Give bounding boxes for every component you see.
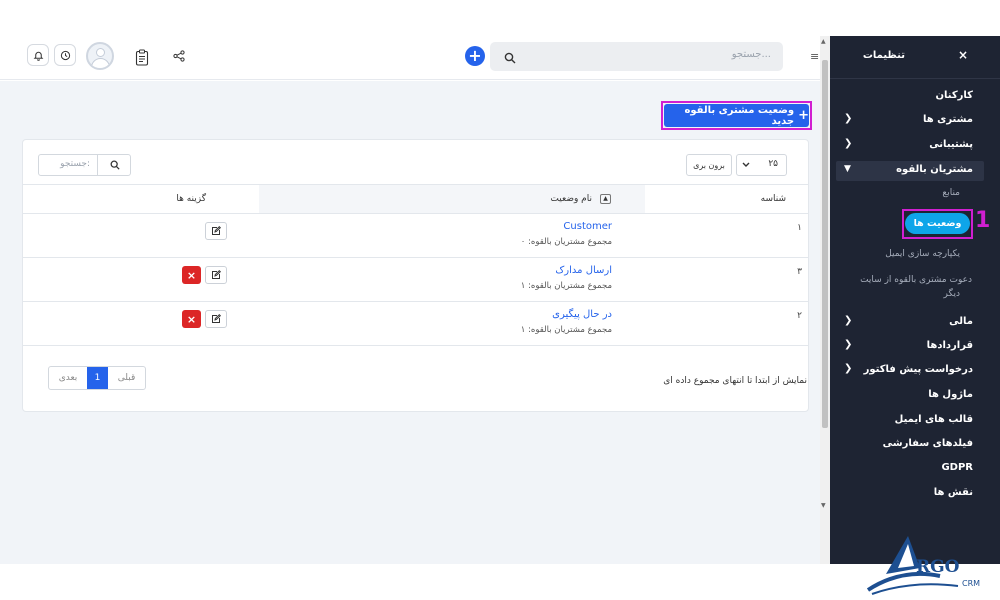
chevron-left-icon[interactable]: ❮ xyxy=(844,113,852,124)
table-row: ۳ ارسال مدارک مجموع مشتریان بالقوه: ۱ × xyxy=(23,258,808,302)
search-icon xyxy=(504,49,516,68)
edit-button[interactable] xyxy=(205,310,227,328)
edit-icon xyxy=(212,226,221,235)
row-lead-count: مجموع مشتریان بالقوه: ۱ xyxy=(520,325,612,335)
quick-add-button[interactable]: + xyxy=(465,46,485,66)
chevron-left-icon[interactable]: ❮ xyxy=(844,339,852,350)
menu-icon[interactable]: ≡ xyxy=(810,50,819,63)
column-status-name[interactable]: نام وضعیت xyxy=(550,194,592,204)
sidebar-item-leads[interactable]: مشتریان بالقوه xyxy=(896,164,973,175)
delete-button[interactable]: × xyxy=(182,266,201,284)
scroll-down-icon[interactable]: ▼ xyxy=(821,502,826,509)
row-status-name[interactable]: ارسال مدارک xyxy=(555,265,612,276)
delete-button[interactable]: × xyxy=(182,310,201,328)
row-id: ۲ xyxy=(797,311,802,321)
plus-icon: + xyxy=(798,108,809,123)
argo-crm-logo: RGO CRM xyxy=(862,528,1000,600)
sidebar-item-contracts[interactable]: قراردادها xyxy=(927,340,973,351)
global-search-input[interactable]: جستجو... xyxy=(490,42,783,71)
table-search-button[interactable] xyxy=(97,155,131,175)
pagination-prev[interactable]: قبلی xyxy=(108,367,145,389)
table-search-placeholder: جستجو: xyxy=(60,159,90,169)
annotation-number: 1 xyxy=(975,208,991,233)
edit-icon xyxy=(212,314,221,323)
edit-button[interactable] xyxy=(205,222,227,240)
row-lead-count: مجموع مشتریان بالقوه: ۰ xyxy=(520,237,612,247)
row-id: ۱ xyxy=(797,223,802,233)
sidebar-sub-sources[interactable]: منابع xyxy=(942,188,960,198)
page-size-value: ۲۵ xyxy=(768,159,778,169)
table-row: ۱ Customer مجموع مشتریان بالقوه: ۰ xyxy=(23,214,808,258)
table-search-input[interactable]: جستجو: xyxy=(38,154,131,176)
sidebar-header: تنظیمات × xyxy=(830,36,1000,79)
sidebar-item-estimate-request[interactable]: درخواست پیش فاکتور xyxy=(864,364,973,375)
chevron-left-icon[interactable]: ❮ xyxy=(844,138,852,149)
row-lead-count: مجموع مشتریان بالقوه: ۱ xyxy=(520,281,612,291)
close-icon: × xyxy=(186,312,197,326)
export-button[interactable]: برون بری xyxy=(686,154,732,176)
sidebar-item-modules[interactable]: ماژول ها xyxy=(928,389,973,400)
new-button-label: وضعیت مشتری بالقوه جدید xyxy=(684,104,795,127)
logo-subtext: CRM xyxy=(962,579,980,588)
pagination: بعدی 1 قبلی xyxy=(48,366,146,390)
share-button[interactable] xyxy=(172,49,186,63)
sidebar-item-email-templates[interactable]: قالب های ایمیل xyxy=(895,414,973,425)
scrollbar-thumb[interactable] xyxy=(822,60,828,428)
column-id[interactable]: شناسه xyxy=(761,194,786,204)
sidebar-item-custom-fields[interactable]: فیلدهای سفارشی xyxy=(883,438,973,449)
sidebar-item-customers[interactable]: مشتری ها xyxy=(923,114,973,125)
chevron-left-icon[interactable]: ❮ xyxy=(844,315,852,326)
table-header: شناسه نام وضعیت گزینه ها xyxy=(23,184,808,214)
sidebar-sub-web-to-lead[interactable]: دعوت مشتری بالقوه از سایت xyxy=(860,275,972,285)
edit-button[interactable] xyxy=(205,266,227,284)
clipboard-button[interactable] xyxy=(134,48,150,66)
clipboard-icon xyxy=(135,49,149,66)
sidebar-sub-web-to-lead-line2[interactable]: دیگر xyxy=(944,289,960,299)
reminders-button[interactable] xyxy=(54,44,76,66)
table-row: ۲ در حال پیگیری مجموع مشتریان بالقوه: ۱ … xyxy=(23,302,808,346)
clock-icon xyxy=(60,50,70,60)
top-header: + جستجو... ≡ xyxy=(0,0,830,80)
row-status-name[interactable]: Customer xyxy=(563,221,612,232)
row-id: ۳ xyxy=(797,267,802,277)
notifications-button[interactable] xyxy=(27,44,49,66)
row-status-name[interactable]: در حال پیگیری xyxy=(552,309,612,320)
settings-sidebar: تنظیمات × کارکنان مشتری ها ❮ پشتیبانی ❮ … xyxy=(830,36,1000,564)
sidebar-item-support[interactable]: پشتیبانی xyxy=(929,139,973,150)
chevron-down-icon[interactable]: ▼ xyxy=(844,164,851,174)
sidebar-item-gdpr[interactable]: GDPR xyxy=(941,462,973,473)
share-icon xyxy=(173,50,185,62)
chevron-left-icon[interactable]: ❮ xyxy=(844,363,852,374)
edit-icon xyxy=(212,270,221,279)
sidebar-sub-email-integration[interactable]: یکپارچه سازی ایمیل xyxy=(885,249,960,259)
close-icon[interactable]: × xyxy=(958,48,968,62)
sort-asc-icon[interactable]: ▲ xyxy=(600,194,611,204)
add-icon: + xyxy=(468,46,482,65)
bell-icon xyxy=(33,51,43,61)
pagination-current[interactable]: 1 xyxy=(87,367,108,389)
column-options: گزینه ها xyxy=(176,194,206,204)
page-size-select[interactable]: ۲۵ xyxy=(736,154,787,176)
search-placeholder: جستجو... xyxy=(731,49,771,60)
sidebar-item-staff[interactable]: کارکنان xyxy=(935,90,973,101)
close-icon: × xyxy=(186,268,197,282)
pagination-next[interactable]: بعدی xyxy=(49,367,87,389)
sidebar-sub-statuses[interactable]: وضعیت ها xyxy=(905,213,970,234)
table-info: نمایش از ابتدا تا انتهای مجموع داده ای xyxy=(663,376,807,386)
chevron-down-icon xyxy=(742,162,750,167)
sidebar-item-finance[interactable]: مالی xyxy=(949,316,973,327)
sidebar-title: تنظیمات xyxy=(862,50,905,61)
avatar[interactable] xyxy=(86,42,114,70)
scroll-up-icon[interactable]: ▲ xyxy=(821,38,826,45)
search-icon xyxy=(110,160,120,170)
export-label: برون بری xyxy=(693,160,725,170)
logo-text: RGO xyxy=(916,557,960,577)
new-lead-status-button[interactable]: + وضعیت مشتری بالقوه جدید xyxy=(664,104,809,127)
sidebar-item-roles[interactable]: نقش ها xyxy=(934,487,973,498)
